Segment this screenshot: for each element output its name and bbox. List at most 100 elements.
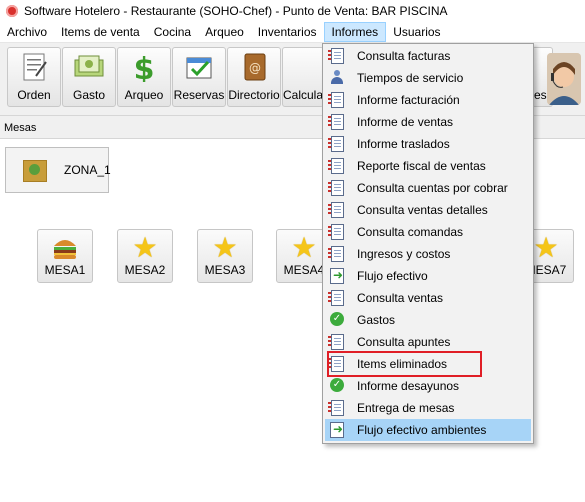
title-bar: Software Hotelero - Restaurante (SOHO-Ch… — [0, 0, 585, 22]
arqueo-label: Arqueo — [124, 88, 164, 102]
clipboard-icon — [16, 52, 52, 82]
menu-item-informe-traslados[interactable]: Informe traslados — [325, 133, 531, 155]
menu-item-entrega-de-mesas[interactable]: Entrega de mesas — [325, 397, 531, 419]
menu-item-informe-facturacion[interactable]: Informe facturación — [325, 89, 531, 111]
document-icon — [328, 246, 344, 262]
menu-item-informe-de-ventas[interactable]: Informe de ventas — [325, 111, 531, 133]
document-icon — [328, 158, 344, 174]
directorio-label: Directorio — [228, 88, 280, 102]
zone-label: ZONA_1 — [64, 163, 111, 177]
reservas-button[interactable]: Reservas — [172, 47, 226, 107]
mesas-section-label: Mesas — [4, 122, 37, 134]
check-circle-icon: ✓ — [330, 312, 344, 328]
menu-item-gastos[interactable]: ✓ Gastos — [325, 309, 531, 331]
menu-arqueo[interactable]: Arqueo — [198, 22, 251, 42]
annotation-highlight-box — [327, 351, 482, 377]
document-icon — [328, 224, 344, 240]
star-icon: ★ — [533, 232, 559, 263]
menu-item-ingresos-y-costos[interactable]: Ingresos y costos — [325, 243, 531, 265]
menu-item-label: Informe desayunos — [357, 379, 460, 393]
document-icon — [328, 334, 344, 350]
menu-item-consulta-comandas[interactable]: Consulta comandas — [325, 221, 531, 243]
menu-item-tiempos-de-servicio[interactable]: Tiempos de servicio — [325, 67, 531, 89]
table-button-mesa3[interactable]: ★ MESA3 — [197, 229, 253, 283]
document-arrow-icon — [330, 268, 344, 284]
document-icon — [328, 114, 344, 130]
menu-informes[interactable]: Informes — [323, 22, 387, 42]
menu-item-label: Informe traslados — [357, 137, 450, 151]
menu-item-label: Consulta apuntes — [357, 335, 451, 349]
orden-label: Orden — [17, 88, 51, 102]
table-label: MESA2 — [124, 263, 166, 277]
menu-item-label: Tiempos de servicio — [357, 71, 464, 85]
landscape-icon — [23, 160, 47, 182]
menu-item-consulta-ventas-detalles[interactable]: Consulta ventas detalles — [325, 199, 531, 221]
person-icon — [330, 70, 344, 86]
table-button-mesa2[interactable]: ★ MESA2 — [117, 229, 173, 283]
calcula-button[interactable]: Calcula — [282, 47, 324, 107]
star-icon: ★ — [212, 232, 238, 263]
informes-dropdown-menu: Consulta facturas Tiempos de servicio In… — [322, 43, 534, 444]
menu-item-flujo-efectivo[interactable]: Flujo efectivo — [325, 265, 531, 287]
menu-item-label: Flujo efectivo ambientes — [357, 423, 487, 437]
menu-items-de-venta[interactable]: Items de venta — [54, 22, 147, 42]
directorio-button[interactable]: @ Directorio — [227, 47, 281, 107]
gasto-label: Gasto — [72, 88, 105, 102]
reservas-label: Reservas — [173, 88, 225, 102]
menu-item-label: Informe de ventas — [357, 115, 454, 129]
document-arrow-icon — [330, 422, 344, 438]
arqueo-button[interactable]: $ Arqueo — [117, 47, 171, 107]
calcula-label: Calcula — [283, 88, 323, 102]
menu-item-flujo-efectivo-ambientes[interactable]: Flujo efectivo ambientes — [325, 419, 531, 441]
menu-item-consulta-ventas[interactable]: Consulta ventas — [325, 287, 531, 309]
menu-item-consulta-facturas[interactable]: Consulta facturas — [325, 45, 531, 67]
menu-item-label: Consulta facturas — [357, 49, 451, 63]
menu-item-label: Consulta ventas — [357, 291, 444, 305]
menu-item-label: Consulta ventas detalles — [357, 203, 488, 217]
money-icon — [71, 52, 107, 82]
menu-item-label: Consulta comandas — [357, 225, 464, 239]
menu-item-label: Informe facturación — [357, 93, 460, 107]
table-label: MESA3 — [204, 263, 246, 277]
document-icon — [328, 400, 344, 416]
menu-cocina[interactable]: Cocina — [147, 22, 198, 42]
menu-item-consulta-apuntes[interactable]: Consulta apuntes — [325, 331, 531, 353]
svg-text:@: @ — [249, 61, 261, 75]
menu-bar: Archivo Items de venta Cocina Arqueo Inv… — [0, 22, 585, 43]
menu-item-consulta-cuentas-por-cobrar[interactable]: Consulta cuentas por cobrar — [325, 177, 531, 199]
document-icon — [328, 136, 344, 152]
menu-item-informe-desayunos[interactable]: ✓ Informe desayunos — [325, 375, 531, 397]
menu-item-reporte-fiscal-de-ventas[interactable]: Reporte fiscal de ventas — [325, 155, 531, 177]
window-title: Software Hotelero - Restaurante (SOHO-Ch… — [24, 4, 448, 18]
menu-item-label: Gastos — [357, 313, 396, 327]
star-icon: ★ — [291, 232, 317, 263]
star-icon: ★ — [132, 232, 158, 263]
document-icon — [328, 180, 344, 196]
calculator-icon — [285, 52, 321, 82]
app-icon — [6, 5, 18, 17]
zone-tab[interactable]: ZONA_1 — [5, 147, 111, 193]
document-icon — [328, 202, 344, 218]
document-icon — [328, 92, 344, 108]
check-circle-icon: ✓ — [330, 378, 344, 394]
gasto-button[interactable]: Gasto — [62, 47, 116, 107]
menu-item-label: Reporte fiscal de ventas — [357, 159, 486, 173]
address-book-icon: @ — [236, 52, 272, 82]
dollar-icon: $ — [126, 52, 162, 87]
menu-item-label: Flujo efectivo — [357, 269, 428, 283]
table-button-mesa1[interactable]: MESA1 — [37, 229, 93, 283]
orden-button[interactable]: Orden — [7, 47, 61, 107]
menu-item-label: Entrega de mesas — [357, 401, 455, 415]
menu-archivo[interactable]: Archivo — [0, 22, 54, 42]
menu-item-label: Consulta cuentas por cobrar — [357, 181, 508, 195]
calendar-check-icon — [181, 52, 217, 82]
table-label: MESA1 — [44, 263, 86, 277]
menu-item-label: Ingresos y costos — [357, 247, 451, 261]
avatar — [547, 53, 581, 105]
svg-text:$: $ — [134, 52, 155, 82]
menu-inventarios[interactable]: Inventarios — [251, 22, 324, 42]
menu-usuarios[interactable]: Usuarios — [386, 22, 447, 42]
document-icon — [328, 290, 344, 306]
document-icon — [328, 48, 344, 64]
burger-icon — [51, 234, 79, 262]
